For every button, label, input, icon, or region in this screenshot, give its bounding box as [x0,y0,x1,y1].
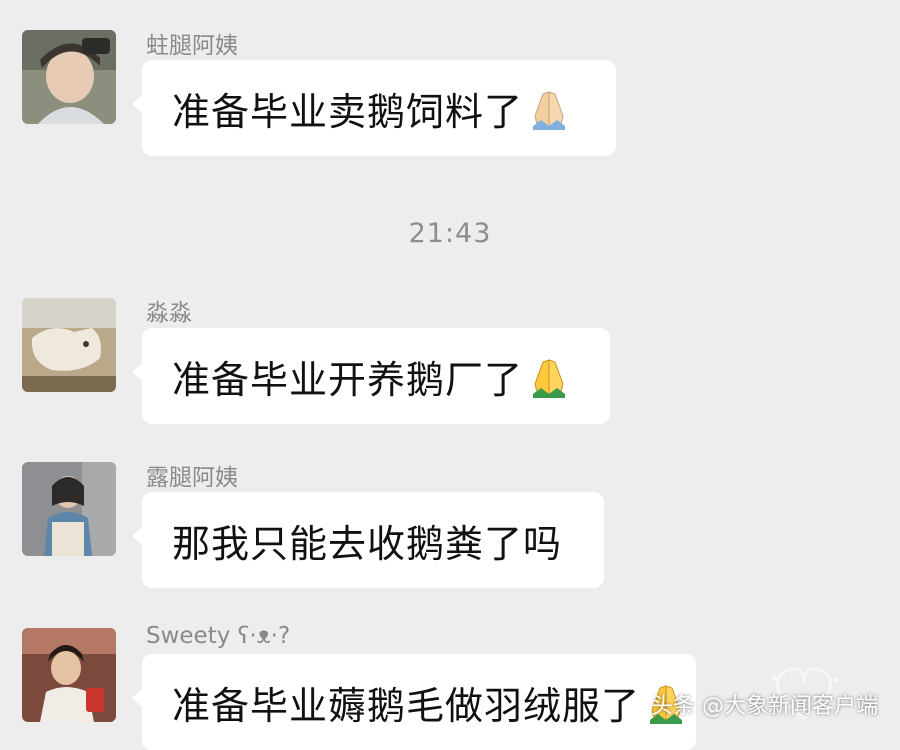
sender-name: 露腿阿姨 [146,465,238,491]
avatar-photo-icon [22,462,116,556]
avatar[interactable] [22,628,116,722]
folded-hands-icon [527,354,571,398]
chat-view: 蛀腿阿姨 准备毕业卖鹅饲料了 21:43 淼淼 准备毕业开养鹅厂了 露腿阿姨 那… [0,0,900,750]
avatar[interactable] [22,30,116,124]
sender-name: 蛀腿阿姨 [146,33,238,59]
sender-name: Sweety ʕ·ᴥ·? [146,623,291,649]
avatar[interactable] [22,462,116,556]
timestamp: 21:43 [408,218,492,249]
avatar[interactable] [22,298,116,392]
message-text: 准备毕业薅鹅毛做羽绒服了 [172,683,641,728]
message-bubble[interactable]: 那我只能去收鹅粪了吗 [132,492,604,588]
avatar-photo-icon [22,30,116,124]
message-text: 准备毕业开养鹅厂了 [172,357,524,402]
sender-name: 淼淼 [146,300,192,326]
message-text: 准备毕业卖鹅饲料了 [172,89,524,134]
watermark: 头条 @大象新闻客户端 [651,694,878,719]
message-text: 那我只能去收鹅粪了吗 [172,521,563,566]
avatar-photo-icon [22,298,116,392]
avatar-photo-icon [22,628,116,722]
message-bubble[interactable]: 准备毕业薅鹅毛做羽绒服了 [132,654,696,750]
message-bubble[interactable]: 准备毕业开养鹅厂了 [132,328,610,424]
folded-hands-icon [527,86,571,130]
message-bubble[interactable]: 准备毕业卖鹅饲料了 [132,60,616,156]
